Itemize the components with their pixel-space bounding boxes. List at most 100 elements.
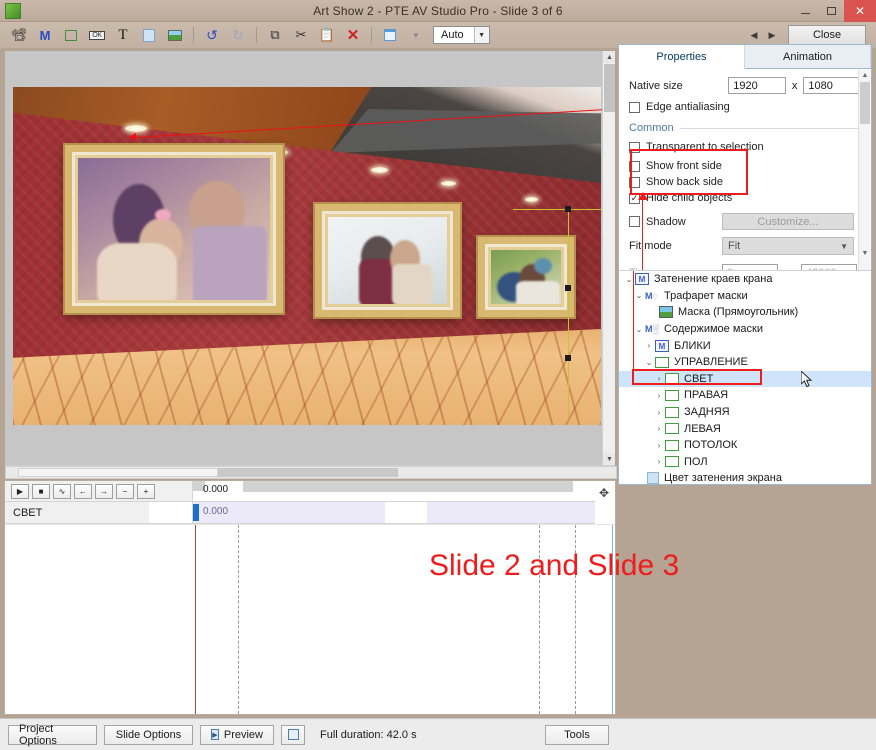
tab-properties[interactable]: Properties	[619, 45, 745, 69]
cut-icon[interactable]: ✂	[288, 24, 314, 46]
project-options-button[interactable]: Project Options	[8, 725, 97, 745]
annotation-arrow-icon	[129, 133, 136, 141]
expander-icon[interactable]: ›	[643, 341, 655, 350]
text-icon[interactable]: T	[110, 24, 136, 46]
panel-scroll-up-icon[interactable]: ▲	[859, 70, 871, 81]
chevron-down-icon[interactable]: ▼	[474, 27, 489, 43]
redo-icon[interactable]: ↻	[225, 24, 251, 46]
expander-icon[interactable]: ›	[653, 441, 665, 450]
expander-icon[interactable]: ⌄	[643, 358, 655, 367]
next-keyframe-button[interactable]: →	[95, 484, 113, 499]
rect-icon	[655, 357, 669, 368]
shadow-row[interactable]: Shadow Customize...	[629, 213, 861, 230]
selection-handle[interactable]	[565, 285, 571, 291]
toolbar-separator	[256, 27, 257, 43]
timeline-scroll-thumb[interactable]	[18, 468, 218, 477]
blue-rect-icon[interactable]	[136, 24, 162, 46]
chevron-down-icon[interactable]: ▼	[840, 242, 848, 251]
tree-node[interactable]: › M БЛИКИ	[619, 337, 871, 354]
edge-antialiasing-checkbox[interactable]	[629, 102, 640, 113]
timeline-panel[interactable]: ▶ ■ ∿ ← → − + 0.000 СВЕТ 0.000	[4, 480, 616, 715]
mask-m-icon[interactable]: M	[32, 24, 58, 46]
expander-icon[interactable]: ›	[653, 408, 665, 417]
native-height-input[interactable]: 1080	[803, 77, 861, 94]
tree-node-label: УПРАВЛЕНИЕ	[674, 356, 748, 368]
tree-node[interactable]: › ПРАВАЯ	[619, 387, 871, 404]
panel-scroll-down-icon[interactable]: ▼	[859, 248, 871, 259]
slide-options-button[interactable]: Slide Options	[104, 725, 193, 745]
tree-node[interactable]: › ПОЛ	[619, 454, 871, 471]
objects-tree[interactable]: ⌄ M Затенение краев крана ⌄ M◌ Трафарет …	[619, 270, 871, 484]
tree-node[interactable]: Маска (Прямоугольник)	[619, 304, 871, 321]
tab-animation[interactable]: Animation	[745, 45, 871, 68]
undo-icon[interactable]: ↺	[199, 24, 225, 46]
fit-mode-row[interactable]: Fit mode Fit ▼	[629, 237, 861, 255]
keyframe-marker[interactable]	[193, 504, 199, 521]
slide-annotation-text: Slide 2 and Slide 3	[429, 549, 679, 583]
close-button[interactable]: Close	[788, 25, 866, 45]
tree-node[interactable]: › ЛЕВАЯ	[619, 420, 871, 437]
prev-keyframe-button[interactable]: ←	[74, 484, 92, 499]
tree-node[interactable]: › ПОТОЛОК	[619, 437, 871, 454]
preview-button[interactable]: ▶ Preview	[200, 725, 274, 745]
scroll-up-icon[interactable]: ▲	[603, 51, 616, 63]
slide-canvas[interactable]: ▲ ▼ ◀ ▶	[4, 50, 616, 478]
rectangle-icon[interactable]	[58, 24, 84, 46]
timeline-ruler[interactable]: 0.000	[193, 481, 595, 502]
customize-button[interactable]: Customize...	[722, 213, 854, 230]
tree-node-label: Содержимое маски	[664, 323, 763, 335]
play-button[interactable]: ▶	[11, 484, 29, 499]
expander-icon[interactable]: ›	[653, 457, 665, 466]
projector-icon[interactable]: 📽	[6, 24, 32, 46]
vscroll-thumb[interactable]	[604, 64, 615, 112]
fit-mode-combobox[interactable]: Fit ▼	[722, 237, 854, 255]
tree-node[interactable]: ⌄ M◌ Трафарет маски	[619, 288, 871, 305]
expander-icon[interactable]: ⌄	[633, 325, 645, 334]
edge-antialiasing-row[interactable]: Edge antialiasing	[629, 101, 861, 113]
title-bar: Art Show 2 - PTE AV Studio Pro - Slide 3…	[0, 0, 876, 22]
paste-icon[interactable]: 📋	[314, 24, 340, 46]
native-width-input[interactable]: 1920	[728, 77, 786, 94]
scroll-down-icon[interactable]: ▼	[603, 453, 616, 465]
copy-icon[interactable]: ⧉	[262, 24, 288, 46]
tree-node-label: ЗАДНЯЯ	[684, 406, 730, 418]
couple-embrace-photo	[315, 204, 460, 317]
expander-icon[interactable]: ›	[653, 424, 665, 433]
selection-top-edge	[513, 209, 601, 210]
button-ok-icon[interactable]: OK	[84, 24, 110, 46]
panel-scroll-thumb[interactable]	[860, 82, 870, 124]
grid-icon[interactable]	[377, 24, 403, 46]
canvas-vertical-scrollbar[interactable]: ▲ ▼	[602, 51, 615, 477]
prev-slide-icon[interactable]: ◀	[746, 25, 762, 45]
tree-node[interactable]: Цвет затенения экрана	[619, 470, 871, 484]
selection-handle[interactable]	[565, 355, 571, 361]
tree-node[interactable]: ⌄ M░ Содержимое маски	[619, 321, 871, 338]
timeline-track-spacer	[149, 502, 193, 524]
zoom-combobox[interactable]: Auto ▼	[433, 26, 490, 44]
timeline-track-row[interactable]: 0.000	[193, 502, 595, 524]
timeline-scroll-track[interactable]	[218, 468, 398, 477]
zoom-in-button[interactable]: +	[137, 484, 155, 499]
shadow-checkbox[interactable]	[629, 216, 640, 227]
grid-dropdown-icon[interactable]: ▼	[403, 24, 429, 46]
mouse-cursor-icon	[801, 371, 814, 389]
timeline-track-name[interactable]: СВЕТ	[5, 502, 149, 524]
tree-node[interactable]: ⌄ M Затенение краев крана	[619, 271, 871, 288]
duplicate-preview-button[interactable]	[281, 725, 305, 745]
next-slide-icon[interactable]: ▶	[764, 25, 780, 45]
ceiling-lamp	[125, 125, 147, 132]
image-icon[interactable]	[162, 24, 188, 46]
expander-icon[interactable]: ⌄	[633, 291, 645, 300]
expander-icon[interactable]: ›	[653, 391, 665, 400]
playhead[interactable]	[195, 525, 196, 714]
zoom-out-button[interactable]: −	[116, 484, 134, 499]
mask-content-icon: M░	[645, 323, 659, 335]
selection-handle[interactable]	[565, 206, 571, 212]
timeline-top-scrollbar[interactable]	[5, 466, 617, 479]
waveform-button[interactable]: ∿	[53, 484, 71, 499]
tools-button[interactable]: Tools	[545, 725, 609, 745]
selection-box[interactable]	[568, 209, 570, 419]
delete-icon[interactable]: ✕	[340, 24, 366, 46]
stop-button[interactable]: ■	[32, 484, 50, 499]
tree-node[interactable]: › ЗАДНЯЯ	[619, 404, 871, 421]
